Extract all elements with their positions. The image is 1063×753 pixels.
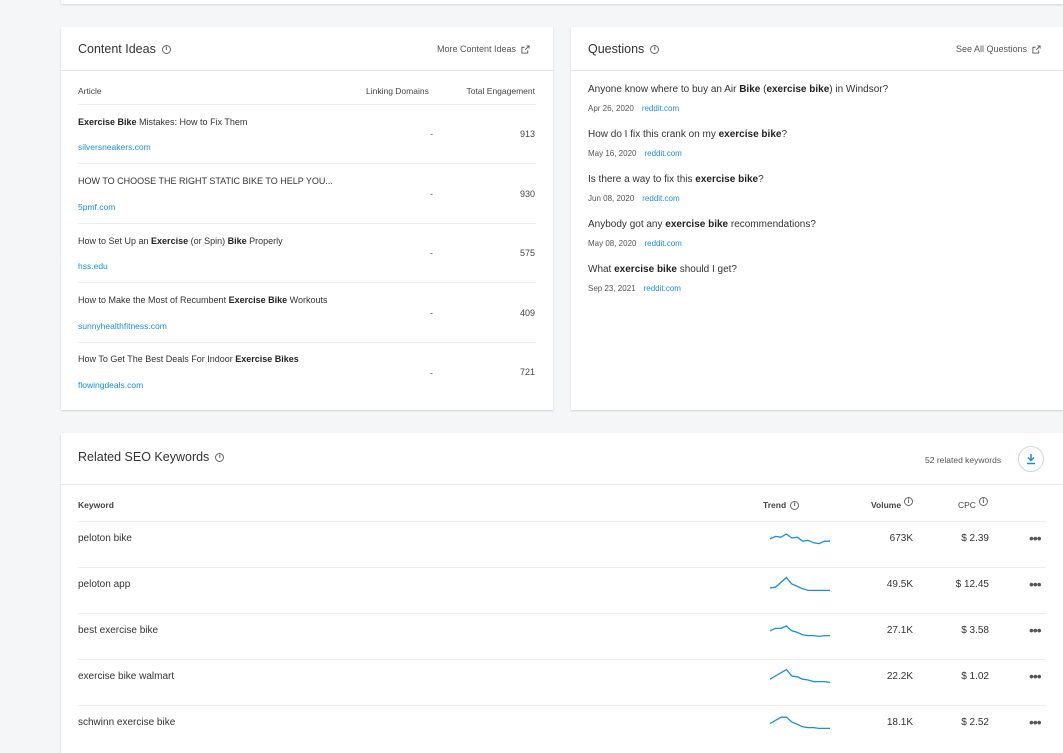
cpc-value: $ 2.52 <box>961 717 989 728</box>
info-icon[interactable]: i <box>904 497 914 506</box>
questions-card: Questions i See All Questions Anyone kno… <box>571 27 1063 410</box>
question-meta: May 16, 2020 reddit.com <box>588 149 682 158</box>
engagement-value: 575 <box>519 248 535 258</box>
header-divider <box>61 70 553 71</box>
engagement-value: 409 <box>519 308 535 318</box>
more-options-button[interactable]: ••• <box>1029 715 1042 729</box>
content-ideas-title: Content Ideas i <box>78 42 171 56</box>
linking-domains-value: - <box>430 248 433 258</box>
more-options-button[interactable]: ••• <box>1029 669 1042 683</box>
question-meta: Sep 23, 2021 reddit.com <box>588 284 681 293</box>
question-link[interactable]: Is there a way to fix this exercise bike… <box>588 174 764 185</box>
related-keywords-title: Related SEO Keywords i <box>78 450 225 464</box>
volume-value: 673K <box>889 533 913 544</box>
col-article: Article <box>78 86 102 96</box>
col-linking-domains: Linking Domains <box>366 86 429 96</box>
row-divider <box>78 613 1046 614</box>
row-divider <box>78 705 1046 706</box>
article-domain-link[interactable]: sunnyhealthfitness.com <box>78 321 167 331</box>
cpc-value: $ 3.58 <box>961 625 989 636</box>
trend-sparkline <box>769 716 830 730</box>
download-button[interactable] <box>1018 446 1044 472</box>
article-domain-link[interactable]: hss.edu <box>78 261 108 271</box>
keyword-link[interactable]: peloton app <box>78 579 130 590</box>
related-keywords-count: 52 related keywords <box>925 455 1002 465</box>
volume-value: 18.1K <box>886 717 913 728</box>
volume-value: 27.1K <box>886 625 913 636</box>
linking-domains-value: - <box>430 308 433 318</box>
related-keywords-card: Related SEO Keywords i 52 related keywor… <box>61 433 1063 753</box>
article-title[interactable]: How To Get The Best Deals For Indoor Exe… <box>78 354 299 364</box>
see-all-questions-link[interactable]: See All Questions <box>956 44 1041 54</box>
volume-value: 49.5K <box>886 579 913 590</box>
more-options-button[interactable]: ••• <box>1029 577 1042 591</box>
download-icon <box>1027 454 1035 465</box>
article-domain-link[interactable]: flowingdeals.com <box>78 380 143 390</box>
article-domain-link[interactable]: silversneakers.com <box>78 142 151 152</box>
question-source-link[interactable]: reddit.com <box>642 104 679 113</box>
row-divider <box>78 567 1046 568</box>
linking-domains-value: - <box>430 129 433 139</box>
header-divider <box>571 70 1063 71</box>
info-icon[interactable]: i <box>650 44 660 54</box>
question-source-link[interactable]: reddit.com <box>644 239 681 248</box>
article-title[interactable]: Exercise Bike Mistakes: How to Fix Them <box>78 117 247 127</box>
trend-line <box>769 716 830 730</box>
volume-value: 22.2K <box>886 671 913 682</box>
question-meta: Apr 26, 2020 reddit.com <box>588 104 680 113</box>
question-link[interactable]: Anyone know where to buy an Air Bike (ex… <box>588 84 888 95</box>
question-source-link[interactable]: reddit.com <box>642 194 679 203</box>
content-ideas-card: Content Ideas i More Content Ideas Artic… <box>61 27 553 410</box>
trend-line <box>769 576 830 592</box>
col-cpc: CPC i <box>958 497 988 510</box>
trend-line <box>769 533 830 545</box>
trend-sparkline <box>769 533 830 545</box>
col-total-engagement: Total Engagement <box>466 86 535 96</box>
external-link-icon <box>521 44 530 54</box>
col-keyword: Keyword <box>78 500 114 510</box>
top-card-edge <box>61 0 1063 4</box>
engagement-value: 913 <box>519 129 535 139</box>
article-title[interactable]: How to Make the Most of Recumbent Exerci… <box>78 295 327 305</box>
question-link[interactable]: How do I fix this crank on my exercise b… <box>588 129 787 140</box>
article-title[interactable]: How to Set Up an Exercise (or Spin) Bike… <box>78 236 283 246</box>
keyword-link[interactable]: exercise bike walmart <box>78 671 174 682</box>
header-divider <box>61 484 1063 485</box>
question-meta: May 08, 2020 reddit.com <box>588 239 682 248</box>
engagement-value: 930 <box>519 189 535 199</box>
question-link[interactable]: What exercise bike should I get? <box>588 264 737 275</box>
cpc-value: $ 1.02 <box>961 671 989 682</box>
info-icon[interactable]: i <box>215 452 225 462</box>
trend-sparkline <box>769 668 831 684</box>
keyword-link[interactable]: schwinn exercise bike <box>78 717 175 728</box>
info-icon[interactable]: i <box>790 500 800 510</box>
col-volume: Volume i <box>871 497 914 510</box>
keyword-link[interactable]: best exercise bike <box>78 625 158 636</box>
info-icon[interactable]: i <box>161 44 171 54</box>
questions-title: Questions i <box>588 42 660 56</box>
col-trend: Trend i <box>763 500 800 510</box>
trend-line <box>769 668 831 684</box>
more-options-button[interactable]: ••• <box>1029 623 1042 637</box>
question-link[interactable]: Anybody got any exercise bike recommenda… <box>588 219 816 230</box>
trend-sparkline <box>769 576 830 592</box>
row-divider <box>78 659 1046 660</box>
question-source-link[interactable]: reddit.com <box>644 149 681 158</box>
info-icon[interactable]: i <box>978 497 988 506</box>
more-options-button[interactable]: ••• <box>1029 531 1042 545</box>
trend-sparkline <box>769 625 830 638</box>
keyword-link[interactable]: peloton bike <box>78 533 132 544</box>
trend-line <box>769 625 830 638</box>
linking-domains-value: - <box>430 368 433 378</box>
more-content-ideas-link[interactable]: More Content Ideas <box>437 44 530 54</box>
cpc-value: $ 2.39 <box>961 533 989 544</box>
article-title[interactable]: HOW TO CHOOSE THE RIGHT STATIC BIKE TO H… <box>78 176 333 186</box>
cpc-value: $ 12.45 <box>955 579 989 590</box>
question-meta: Jun 08, 2020 reddit.com <box>588 194 680 203</box>
question-source-link[interactable]: reddit.com <box>644 284 681 293</box>
external-link-icon <box>1032 44 1041 54</box>
engagement-value: 721 <box>519 367 535 377</box>
article-domain-link[interactable]: 5pmf.com <box>78 202 115 212</box>
linking-domains-value: - <box>430 189 433 199</box>
